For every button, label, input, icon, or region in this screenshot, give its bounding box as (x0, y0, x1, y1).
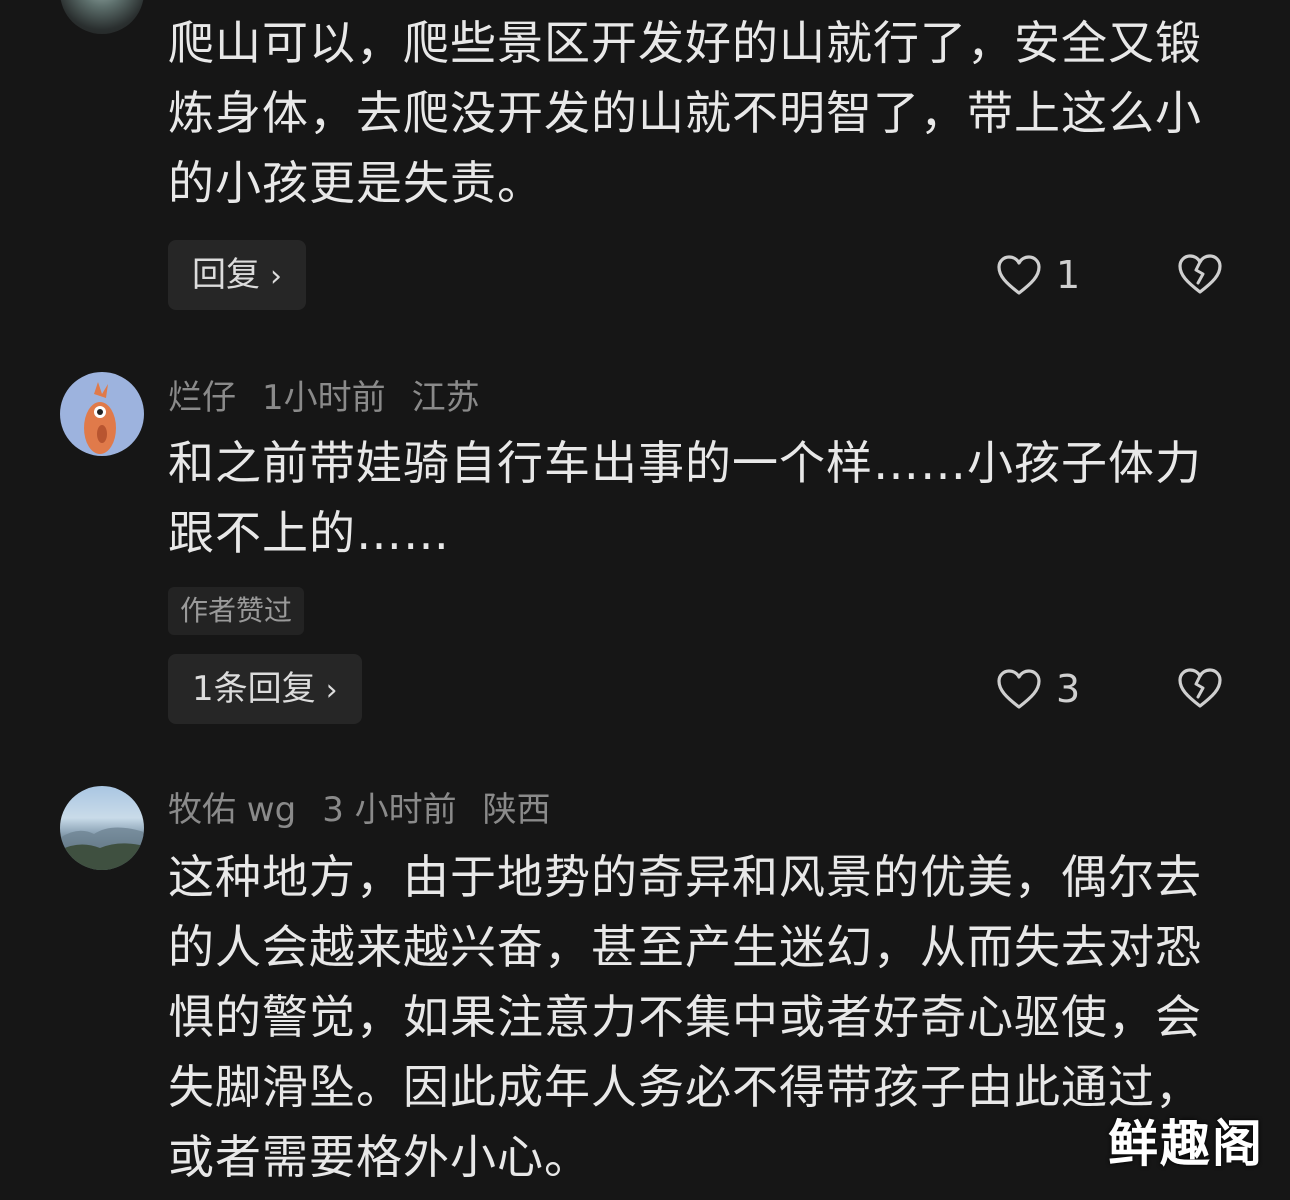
location: 陕西 (482, 790, 551, 830)
comment-text-line: 这种地方，由于地势的奇异和风景的优美，偶尔去 (168, 850, 1202, 904)
comment-text-line: 跟不上的…… (168, 506, 450, 560)
avatar-illustration (84, 382, 116, 454)
like-button[interactable]: 1 (996, 250, 1080, 300)
watermark: 鲜趣阁 (1108, 1115, 1264, 1173)
broken-heart-icon (1178, 668, 1222, 708)
comment-text: 这种地方，由于地势的奇异和风景的优美，偶尔去 的人会越来越兴奋，甚至产生迷幻，从… (168, 842, 1228, 1192)
username[interactable]: 烂仔 (168, 378, 236, 418)
like-count: 1 (1056, 253, 1081, 297)
heart-outline-icon (997, 255, 1041, 295)
comment-text: 和之前带娃骑自行车出事的一个样……小孩子体力 跟不上的…… (168, 428, 1228, 568)
dislike-button[interactable] (1176, 252, 1224, 300)
location: 江苏 (411, 378, 480, 418)
comment-text-line: 失脚滑坠。因此成年人务必不得带孩子由此通过， (168, 1060, 1202, 1114)
reply-button[interactable]: 回复 › (168, 240, 306, 310)
avatar[interactable] (60, 786, 144, 870)
comment-text-line: 的人会越来越兴奋，甚至产生迷幻，从而失去对恐 (168, 920, 1202, 974)
avatar[interactable] (60, 0, 144, 34)
comment-text-line: 爬山可以，爬些景区开发好的山就行了，安全又锻 (168, 16, 1202, 70)
avatar[interactable] (60, 372, 144, 456)
reply-label: 1条回复 (192, 669, 316, 709)
comment-text-line: 惧的警觉，如果注意力不集中或者好奇心驱使，会 (168, 990, 1202, 1044)
timestamp: 3 小时前 (322, 790, 457, 830)
username[interactable]: 牧佑 wg (168, 790, 296, 830)
like-button[interactable]: 3 (996, 664, 1080, 714)
comment-text-line: 的小孩更是失责。 (168, 156, 544, 210)
timestamp: 1小时前 (262, 378, 386, 418)
chevron-right-icon: › (325, 673, 338, 708)
replies-button[interactable]: 1条回复 › (168, 654, 362, 724)
comment-text: 爬山可以，爬些景区开发好的山就行了，安全又锻 炼身体，去爬没开发的山就不明智了，… (168, 8, 1228, 218)
like-count: 3 (1056, 667, 1081, 711)
comment-meta: 烂仔 1小时前 江苏 (168, 378, 506, 418)
comment-text-line: 炼身体，去爬没开发的山就不明智了，带上这么小 (168, 86, 1202, 140)
broken-heart-icon (1178, 254, 1222, 294)
heart-outline-icon (997, 669, 1041, 709)
dislike-button[interactable] (1176, 666, 1224, 714)
comment-text-line: 和之前带娃骑自行车出事的一个样……小孩子体力 (168, 436, 1202, 490)
chevron-right-icon: › (270, 259, 282, 294)
comment-text-line: 或者需要格外小心。 (168, 1130, 591, 1184)
avatar-landscape (60, 827, 144, 870)
author-liked-badge: 作者赞过 (168, 587, 305, 635)
comment-meta: 牧佑 wg 3 小时前 陕西 (168, 790, 577, 830)
reply-label: 回复 (192, 255, 260, 295)
